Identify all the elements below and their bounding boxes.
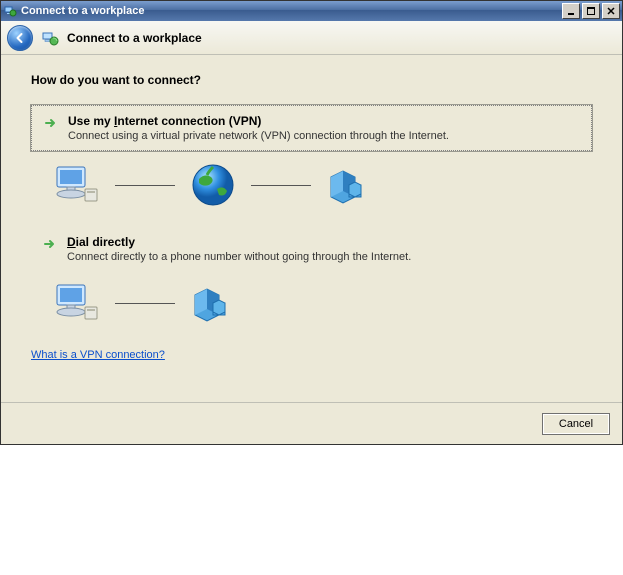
option-vpn-title: Use my Internet connection (VPN) <box>68 114 449 128</box>
server-icon <box>189 281 233 325</box>
maximize-button[interactable] <box>582 3 600 19</box>
help-link[interactable]: What is a VPN connection? <box>31 349 165 361</box>
back-button[interactable] <box>7 25 33 51</box>
option-vpn-desc: Connect using a virtual private network … <box>68 130 449 142</box>
wizard-window: Connect to a workplace Connect to a work… <box>0 0 623 445</box>
option-dial-text: Dial directly Connect directly to a phon… <box>67 235 411 263</box>
nav-row: Connect to a workplace <box>1 21 622 55</box>
minimize-button[interactable] <box>562 3 580 19</box>
illustration-vpn <box>31 151 592 219</box>
connector-line <box>115 303 175 304</box>
wizard-icon <box>41 29 59 47</box>
server-icon <box>325 163 369 207</box>
titlebar: Connect to a workplace <box>1 1 622 21</box>
cancel-button[interactable]: Cancel <box>542 413 610 435</box>
arrow-right-icon <box>44 116 58 130</box>
footer: Cancel <box>1 402 622 444</box>
illustration-dial <box>31 271 592 335</box>
connector-line <box>251 185 311 186</box>
wizard-heading: Connect to a workplace <box>67 31 202 45</box>
close-button[interactable] <box>602 3 620 19</box>
content-area: How do you want to connect? Use my Inter… <box>1 55 622 402</box>
option-dial-title: Dial directly <box>67 235 411 249</box>
option-vpn-text: Use my Internet connection (VPN) Connect… <box>68 114 449 142</box>
computer-icon <box>49 163 101 207</box>
app-icon <box>3 4 17 18</box>
connector-line <box>115 185 175 186</box>
globe-icon <box>189 161 237 209</box>
option-vpn[interactable]: Use my Internet connection (VPN) Connect… <box>31 105 592 151</box>
title-text: Connect to a workplace <box>21 5 562 17</box>
arrow-right-icon <box>43 237 57 251</box>
question-text: How do you want to connect? <box>31 73 592 87</box>
option-dial[interactable]: Dial directly Connect directly to a phon… <box>31 227 592 271</box>
window-buttons <box>562 3 620 19</box>
computer-icon <box>49 281 101 325</box>
option-dial-desc: Connect directly to a phone number witho… <box>67 251 411 263</box>
